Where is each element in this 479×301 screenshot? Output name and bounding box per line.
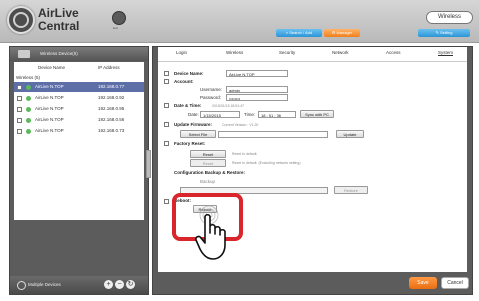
- tab-security[interactable]: Security: [279, 50, 295, 55]
- status-icon: [26, 84, 31, 90]
- wireless-mode-button[interactable]: Wireless: [426, 11, 473, 24]
- device-ip: 192.168.0.77: [98, 84, 125, 89]
- multiple-devices-icon: [17, 281, 26, 290]
- password-input[interactable]: ••••••••: [226, 94, 288, 101]
- datetime-checkbox[interactable]: [164, 103, 169, 108]
- device-ip: 192.168.0.95: [98, 106, 125, 111]
- backup-button[interactable]: Backup: [200, 179, 215, 184]
- device-name-input[interactable]: AirLive N.TOP: [226, 70, 288, 77]
- account-checkbox[interactable]: [164, 79, 169, 84]
- tab-wireless[interactable]: Wireless: [226, 50, 243, 55]
- device-list: Device Name IP Address Wireless (5) AirL…: [14, 62, 144, 220]
- device-checkbox[interactable]: [17, 117, 22, 123]
- remove-device-button[interactable]: −: [115, 280, 124, 289]
- exit-icon[interactable]: [112, 11, 126, 25]
- sync-with-pc-button[interactable]: Sync with PC: [300, 110, 334, 118]
- reboot-checkbox[interactable]: [164, 199, 169, 204]
- tab-login[interactable]: Login: [176, 50, 187, 55]
- device-group-label: Wireless (5): [16, 75, 41, 80]
- username-input[interactable]: admin: [226, 86, 288, 93]
- factory-reset-label: Factory Reset:: [174, 141, 206, 146]
- config-backup-label: Configuration Backup & Restore:: [174, 170, 246, 175]
- reset-keep-network-button[interactable]: Reset: [190, 159, 226, 167]
- manager-button[interactable]: ⚙ Manager: [324, 29, 360, 37]
- device-panel-title: Wireless Device(5): [10, 47, 148, 61]
- router-icon: [18, 50, 30, 58]
- column-header-device-name[interactable]: Device Name: [38, 65, 65, 70]
- cancel-button[interactable]: Cancel: [441, 277, 469, 289]
- device-checkbox[interactable]: [17, 128, 22, 134]
- current-datetime: 2015/01/15 18:51:47: [212, 104, 245, 108]
- settings-tabs: Login Wireless Security Network Access S…: [158, 47, 467, 62]
- firmware-version: Current Version : V1.20: [222, 123, 259, 127]
- time-label: Time:: [244, 112, 256, 117]
- tab-access[interactable]: Access: [386, 50, 401, 55]
- panel-splitter-handle[interactable]: [146, 150, 151, 178]
- brand-name: AirLive: [38, 6, 79, 20]
- datetime-label: Date & Time:: [174, 103, 202, 108]
- reset-hint: Reset to default.: [232, 152, 258, 156]
- add-device-button[interactable]: +: [104, 280, 113, 289]
- save-button[interactable]: Save: [409, 277, 437, 289]
- pointer-hand-icon: [195, 205, 226, 260]
- firmware-label: Update Firmware:: [174, 122, 213, 127]
- device-panel: Wireless Device(5) Device Name IP Addres…: [9, 46, 149, 295]
- reset-keep-network-hint: Reset to default. (Excluding network set…: [232, 161, 301, 165]
- device-checkbox[interactable]: [17, 106, 22, 112]
- manager-label: Manager: [336, 30, 353, 35]
- device-ip: 192.168.0.73: [98, 128, 125, 133]
- device-panel-footer: Multiple Devices + − ↻: [10, 276, 148, 294]
- device-name: AirLive N.TOP: [35, 128, 64, 133]
- multiple-devices-label: Multiple Devices: [28, 282, 61, 287]
- device-ip: 192.168.0.56: [98, 117, 125, 122]
- device-name: AirLive N.TOP: [35, 95, 64, 100]
- username-label: Username:: [200, 87, 223, 92]
- update-button[interactable]: Update: [336, 130, 364, 138]
- date-picker[interactable]: 1/15/2015: [200, 111, 240, 118]
- firmware-checkbox[interactable]: [164, 122, 169, 127]
- search-add-button[interactable]: ⌕ Search / Add: [276, 29, 322, 37]
- status-icon: [26, 117, 31, 123]
- setting-label: Setting: [440, 30, 453, 35]
- device-ip: 192.168.0.92: [98, 95, 125, 100]
- device-name-checkbox[interactable]: [164, 71, 169, 76]
- device-row[interactable]: AirLive N.TOP 192.168.0.77: [14, 82, 144, 92]
- status-icon: [26, 95, 31, 101]
- device-panel-title-text: Wireless Device(5): [40, 51, 78, 56]
- select-file-button[interactable]: Select File: [180, 130, 216, 138]
- account-label: Account:: [174, 79, 194, 84]
- device-name: AirLive N.TOP: [35, 84, 64, 89]
- firmware-file-input[interactable]: [218, 131, 328, 138]
- device-name-label: Device Name:: [174, 71, 204, 76]
- device-name: AirLive N.TOP: [35, 106, 64, 111]
- tab-network[interactable]: Network: [332, 50, 349, 55]
- date-label: Date:: [188, 112, 199, 117]
- device-checkbox[interactable]: [17, 84, 22, 90]
- device-row[interactable]: AirLive N.TOP 192.168.0.92: [14, 93, 144, 103]
- app-header: AirLive Central Exit Wireless ⌕ Search /…: [0, 0, 479, 43]
- device-row[interactable]: AirLive N.TOP 192.168.0.73: [14, 126, 144, 136]
- factory-reset-checkbox[interactable]: [164, 141, 169, 146]
- reset-button[interactable]: Reset: [190, 150, 226, 158]
- password-label: Password:: [200, 95, 222, 100]
- setting-button[interactable]: ✎ Setting: [418, 29, 470, 37]
- restore-button[interactable]: Restore: [334, 186, 368, 194]
- device-checkbox[interactable]: [17, 95, 22, 101]
- time-input[interactable]: 18 : 51 : 36: [258, 111, 296, 118]
- status-icon: [26, 106, 31, 112]
- search-add-label: Search / Add: [289, 30, 313, 35]
- tab-system[interactable]: System: [438, 50, 454, 56]
- status-icon: [26, 128, 31, 134]
- refresh-button[interactable]: ↻: [126, 280, 135, 289]
- logo-ring: [13, 12, 29, 28]
- exit-label: Exit: [113, 26, 119, 30]
- device-name: AirLive N.TOP: [35, 117, 64, 122]
- column-header-ip-address[interactable]: IP Address: [98, 65, 120, 70]
- device-row[interactable]: AirLive N.TOP 192.168.0.56: [14, 115, 144, 125]
- airlive-logo: [7, 6, 35, 34]
- brand-subtitle: Central: [38, 19, 80, 33]
- device-row[interactable]: AirLive N.TOP 192.168.0.95: [14, 104, 144, 114]
